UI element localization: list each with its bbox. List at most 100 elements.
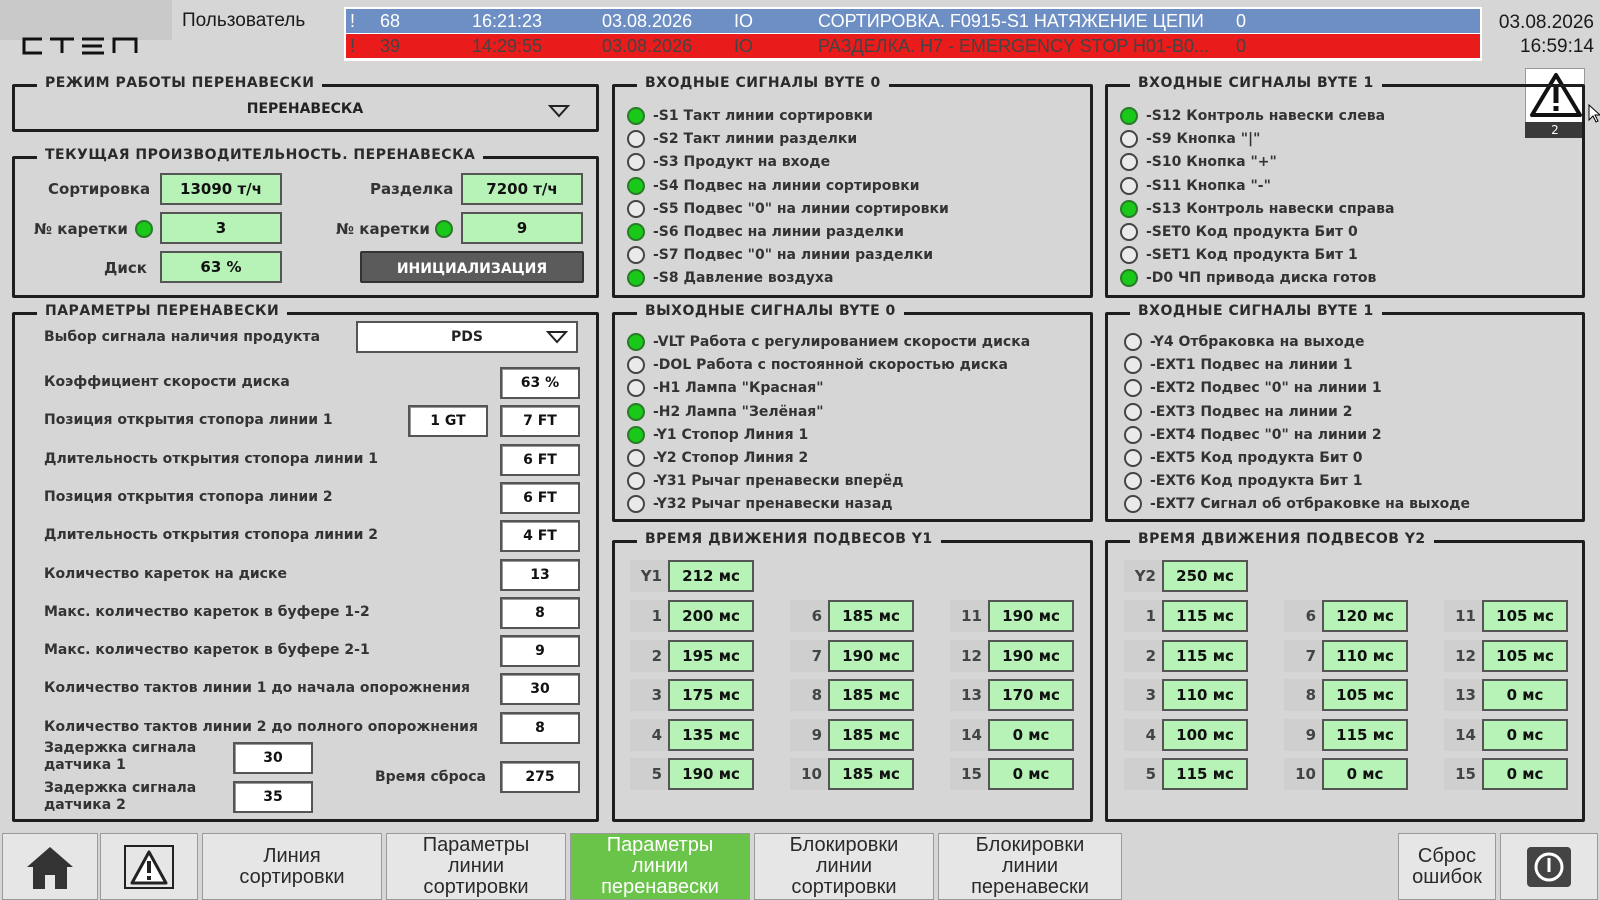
nav-lock-sort[interactable]: Блокировки линии сортировки xyxy=(754,833,934,900)
time-value: 185 мс xyxy=(828,758,914,790)
signal-label: -S3 Продукт на входе xyxy=(653,154,831,170)
time-value: 190 мс xyxy=(828,640,914,672)
alarm-row[interactable]: ! 68 16:21:23 03.08.2026 IO СОРТИРОВКА. … xyxy=(346,9,1480,33)
reset-time-input[interactable]: 275 xyxy=(500,761,580,793)
power-button[interactable] xyxy=(1500,833,1598,900)
signal-label: -S10 Кнопка "+" xyxy=(1146,154,1277,170)
nav-label: Блокировки xyxy=(975,834,1085,856)
chevron-down-icon[interactable] xyxy=(546,330,568,344)
signal-label: -S4 Подвес на линии сортировки xyxy=(653,178,920,194)
signal-label: -S7 Подвес "0" на линии разделки xyxy=(653,247,934,263)
mode-group-title: РЕЖИМ РАБОТЫ ПЕРЕНАВЕСКИ xyxy=(37,75,323,91)
chevron-down-icon[interactable] xyxy=(548,104,570,118)
alarm-id: 39 xyxy=(380,36,401,56)
param-input[interactable]: 13 xyxy=(500,559,580,591)
signal-indicator xyxy=(627,333,645,351)
alarm-text: СОРТИРОВКА. F0915-S1 НАТЯЖЕНИЕ ЦЕПИ xyxy=(818,11,1204,31)
nav-params-rehang[interactable]: Параметры линии перенавески xyxy=(570,833,750,900)
alarm-screen-icon xyxy=(124,844,174,889)
delay1-input[interactable]: 30 xyxy=(233,742,313,774)
user-label[interactable]: Пользователь xyxy=(182,10,305,32)
nav-label: линии xyxy=(631,855,689,877)
alarm-list[interactable]: ! 68 16:21:23 03.08.2026 IO СОРТИРОВКА. … xyxy=(344,7,1482,61)
signal-indicator xyxy=(627,246,645,264)
signal-label: -VLT Работа с регулированием скорости ди… xyxy=(653,334,1031,350)
param-input[interactable]: 9 xyxy=(500,635,580,667)
signal-indicator xyxy=(627,153,645,171)
time-index-label: 13 xyxy=(1444,679,1482,711)
param-input[interactable]: 6 FT xyxy=(500,482,580,514)
time-index-label: 2 xyxy=(1124,640,1162,672)
time-value: 190 мс xyxy=(668,758,754,790)
signal-select-value: PDS xyxy=(451,329,483,345)
company-logo xyxy=(22,37,138,55)
signal-label: -S8 Давление воздуха xyxy=(653,270,834,286)
signal-label: -S2 Такт линии разделки xyxy=(653,131,858,147)
time-index-label: 8 xyxy=(790,679,828,711)
nav-label: сортировки xyxy=(239,865,345,888)
param-input[interactable]: 4 FT xyxy=(500,520,580,552)
param-label: Макс. количество кареток в буфере 2-1 xyxy=(44,642,370,658)
group-title: ВХОДНЫЕ СИГНАЛЫ BYTE 1 xyxy=(1130,75,1382,91)
time-index-label: 9 xyxy=(1284,719,1322,751)
time-index-label: 6 xyxy=(1284,600,1322,632)
time-index-label: 11 xyxy=(1444,600,1482,632)
signal-indicator xyxy=(1120,200,1138,218)
alarm-time: 16:21:23 xyxy=(472,11,543,31)
nav-line-sort[interactable]: Линия сортировки xyxy=(202,833,382,900)
delay2-input[interactable]: 35 xyxy=(233,781,313,813)
time-index-label: 15 xyxy=(1444,758,1482,790)
initialization-button[interactable]: ИНИЦИАЛИЗАЦИЯ xyxy=(360,251,584,283)
signal-label: -Y31 Рычаг пренавески вперёд xyxy=(653,473,904,489)
signal-label: -EXT2 Подвес "0" на линии 1 xyxy=(1150,380,1382,396)
signal-label: -Y2 Стопор Линия 2 xyxy=(653,450,809,466)
time-value: 0 мс xyxy=(1482,758,1568,790)
param-input[interactable]: 30 xyxy=(500,673,580,705)
signal-indicator xyxy=(627,472,645,490)
alarm-time: 14:29:55 xyxy=(472,36,543,56)
time-value: 110 мс xyxy=(1162,679,1248,711)
time-value: 175 мс xyxy=(668,679,754,711)
time-value: 105 мс xyxy=(1322,679,1408,711)
param-input[interactable]: 7 FT xyxy=(500,405,580,437)
param-label: Количество тактов линии 2 до полного опо… xyxy=(44,719,478,735)
time-value: 200 мс xyxy=(668,600,754,632)
signal-indicator xyxy=(627,379,645,397)
reset-errors-button[interactable]: Сброс ошибок xyxy=(1398,833,1496,900)
time-value: 0 мс xyxy=(1482,679,1568,711)
time-index-label: 12 xyxy=(1444,640,1482,672)
time-index-label: 4 xyxy=(630,719,668,751)
signal-select-dropdown[interactable]: PDS xyxy=(356,321,578,353)
nav-params-sort[interactable]: Параметры линии сортировки xyxy=(386,833,566,900)
param-extra-input[interactable]: 1 GT xyxy=(408,405,488,437)
signal-indicator xyxy=(1120,223,1138,241)
home-button[interactable] xyxy=(2,833,98,900)
time-index-label: 3 xyxy=(630,679,668,711)
alarm-text: РАЗДЕЛКА. H7 - EMERGENCY STOP H01-B0... xyxy=(818,36,1210,56)
alarm-row[interactable]: ! 39 14:29:55 03.08.2026 IO РАЗДЕЛКА. H7… xyxy=(346,34,1480,58)
mode-dropdown-value: ПЕРЕНАВЕСКА xyxy=(246,101,364,117)
param-input[interactable]: 8 xyxy=(500,712,580,744)
nav-lock-rehang[interactable]: Блокировки линии перенавески xyxy=(938,833,1122,900)
alarm-date: 03.08.2026 xyxy=(602,36,693,56)
time-value: 0 мс xyxy=(1482,719,1568,751)
alarm-date: 03.08.2026 xyxy=(602,11,693,31)
signal-select-label: Выбор сигнала наличия продукта xyxy=(44,329,321,345)
alarms-screen-button[interactable] xyxy=(100,833,198,900)
time-value: 185 мс xyxy=(828,600,914,632)
time-value: 100 мс xyxy=(1162,719,1248,751)
mode-dropdown[interactable]: ПЕРЕНАВЕСКА xyxy=(18,96,592,126)
signal-indicator xyxy=(627,177,645,195)
time-index-label: 1 xyxy=(1124,600,1162,632)
time-index-label: 10 xyxy=(1284,758,1322,790)
disk-label: Диск xyxy=(104,259,147,277)
param-input[interactable]: 6 FT xyxy=(500,444,580,476)
time-index-label: 7 xyxy=(790,640,828,672)
delay1-label-line2: датчика 1 xyxy=(44,757,126,773)
cut-throughput-value: 7200 т/ч xyxy=(461,173,583,205)
reset-time-label: Время сброса xyxy=(375,769,486,785)
param-input[interactable]: 8 xyxy=(500,597,580,629)
param-input[interactable]: 63 % xyxy=(500,367,580,399)
param-label: Количество кареток на диске xyxy=(44,566,287,582)
signal-indicator xyxy=(627,356,645,374)
